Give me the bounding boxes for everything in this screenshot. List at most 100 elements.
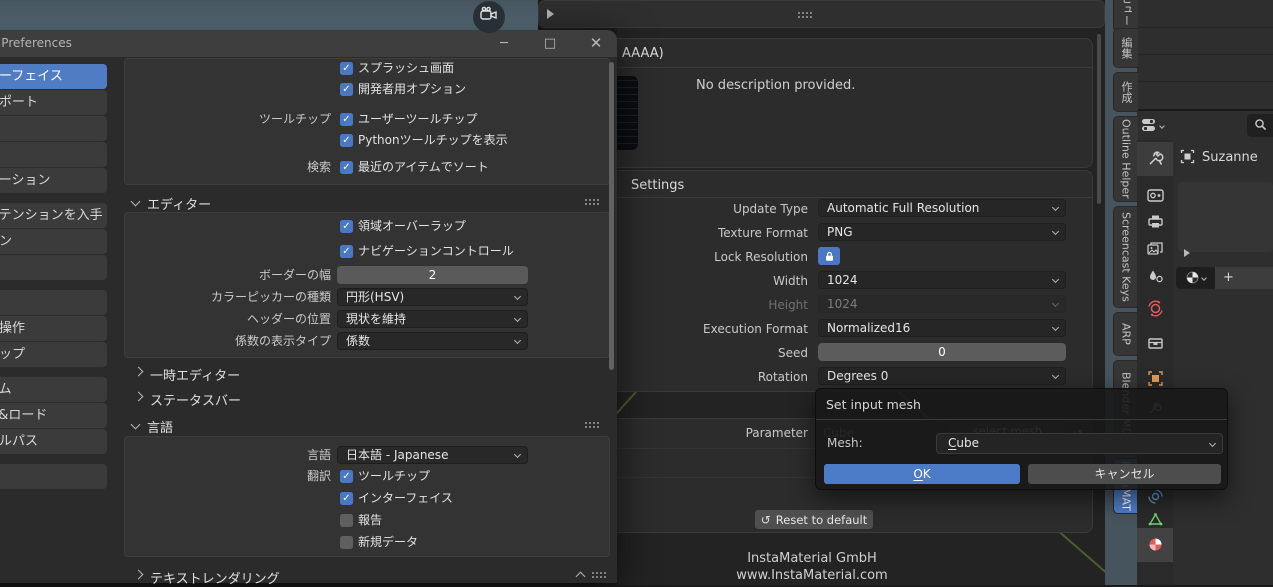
tab-arp[interactable]: ARP xyxy=(1113,312,1138,356)
output-properties-icon[interactable] xyxy=(1147,214,1164,231)
ok-button[interactable]: OK xyxy=(824,464,1020,484)
collapsed-panel-header[interactable] xyxy=(538,0,1105,28)
browse-material-dropdown[interactable] xyxy=(1176,267,1215,289)
screencast-camera-button[interactable] xyxy=(473,1,505,33)
scrollbar-thumb[interactable] xyxy=(1097,34,1101,204)
nav-item-save-load[interactable]: セーブ&ロード xyxy=(0,403,107,428)
nav-item-addons[interactable]: アドオン xyxy=(0,229,107,254)
update-type-dropdown[interactable]: Automatic Full Resolution xyxy=(818,199,1066,217)
scene-properties-icon[interactable] xyxy=(1147,269,1164,286)
user-tooltips-checkbox[interactable] xyxy=(340,113,353,126)
language-section-header[interactable]: 言語 xyxy=(147,417,173,436)
addon-description: No description provided. xyxy=(696,78,855,93)
nav-item-system[interactable]: システム xyxy=(0,377,107,402)
status-bar-header[interactable]: ステータスバー xyxy=(150,390,241,409)
setting-label: Execution Format xyxy=(648,322,808,337)
nav-controls-checkbox[interactable] xyxy=(340,245,353,258)
devtools-checkbox[interactable] xyxy=(340,83,353,96)
python-tooltips-checkbox[interactable] xyxy=(340,134,353,147)
nav-item-themes[interactable]: テーマ xyxy=(0,255,107,280)
reset-to-default-button[interactable]: Reset to default xyxy=(755,510,873,529)
close-button[interactable]: ✕ xyxy=(586,34,606,53)
width-dropdown[interactable]: 1024 xyxy=(818,271,1066,289)
texture-format-dropdown[interactable]: PNG xyxy=(818,223,1066,241)
nav-item[interactable] xyxy=(0,116,107,141)
drag-dots-icon[interactable] xyxy=(584,421,599,428)
collection-properties-icon[interactable] xyxy=(1147,336,1164,353)
object-properties-icon[interactable] xyxy=(1147,370,1164,387)
tab-screencast-keys[interactable]: Screencast Keys xyxy=(1113,206,1138,308)
rotation-dropdown[interactable]: Degrees 0 xyxy=(818,367,1066,385)
mesh-dropdown[interactable]: Cube xyxy=(936,433,1223,454)
tab-create[interactable]: 作成 xyxy=(1113,72,1138,112)
nav-item-file-paths[interactable]: ファイルパス xyxy=(0,429,107,454)
collapse-chevron-icon[interactable] xyxy=(131,420,141,430)
nav-item-navigation[interactable]: 視点の操作 xyxy=(0,316,107,341)
nav-item-experimental[interactable]: 実験的 xyxy=(0,464,107,489)
editor-type-dropdown[interactable] xyxy=(1141,115,1171,137)
lock-resolution-toggle[interactable] xyxy=(818,247,840,265)
editors-section-header[interactable]: エディター xyxy=(147,194,211,213)
drag-dots-icon[interactable] xyxy=(797,11,812,18)
collapse-chevron-icon[interactable] xyxy=(131,197,141,207)
region-overlap-checkbox[interactable] xyxy=(340,220,353,233)
settings-title[interactable]: Settings xyxy=(631,178,684,193)
nav-item-get-extensions[interactable]: エクステンションを入手 xyxy=(0,203,107,228)
material-properties-icon[interactable] xyxy=(1147,536,1164,553)
object-breadcrumb[interactable]: Suzanne xyxy=(1202,150,1258,165)
collapsed-chevron-icon[interactable] xyxy=(134,570,144,580)
new-material-button[interactable]: + xyxy=(1215,267,1273,289)
nav-item-viewport[interactable]: ビューポート xyxy=(0,90,107,115)
nav-item-keymap[interactable]: キーマップ xyxy=(0,342,107,367)
header-position-dropdown[interactable]: 現状を維持 xyxy=(337,310,528,328)
parameter-title: Parameter xyxy=(648,426,808,441)
cancel-button[interactable]: キャンセル xyxy=(1028,464,1221,484)
execution-format-dropdown[interactable]: Normalized16 xyxy=(818,319,1066,337)
temp-editors-header[interactable]: 一時エディター xyxy=(150,365,240,384)
set-input-mesh-dialog: Set input mesh Mesh: Cube OK キャンセル xyxy=(815,388,1228,490)
tab-outline-helper[interactable]: Outline Helper xyxy=(1113,116,1138,202)
render-properties-icon[interactable] xyxy=(1147,188,1164,205)
window-titlebar[interactable]: Blender Preferences ─ □ ✕ xyxy=(0,30,617,57)
color-picker-dropdown[interactable]: 円形(HSV) xyxy=(337,288,528,306)
search-row-label: 検索 xyxy=(171,160,331,175)
height-dropdown: 1024 xyxy=(818,295,1066,313)
expand-arrow-icon[interactable] xyxy=(547,9,554,19)
language-dropdown[interactable]: 日本語 - Japanese xyxy=(337,446,528,464)
lock-icon xyxy=(824,247,835,266)
prefs-scrollbar-thumb[interactable] xyxy=(609,62,614,370)
collapsed-chevron-icon[interactable] xyxy=(134,392,144,402)
seed-slider[interactable]: 0 xyxy=(818,343,1066,361)
chevron-up-icon[interactable] xyxy=(576,572,586,582)
object-data-properties-icon[interactable] xyxy=(1147,512,1164,529)
nav-item-animation[interactable]: アニメーション xyxy=(0,168,107,193)
expand-arrow-icon[interactable] xyxy=(1184,249,1190,257)
sort-recent-checkbox[interactable] xyxy=(340,161,353,174)
border-width-slider[interactable]: 2 xyxy=(337,266,528,284)
drag-dots-icon[interactable] xyxy=(584,198,599,205)
prefs-nav: インターフェイス ビューポート アニメーション エクステンションを入手 アドオン… xyxy=(0,64,107,490)
addon-panel-title: AAAA) xyxy=(622,46,664,61)
translate-reports-checkbox[interactable] xyxy=(340,514,353,527)
nav-item[interactable] xyxy=(0,290,107,315)
minimize-button[interactable]: ─ xyxy=(494,34,514,53)
splash-checkbox[interactable] xyxy=(340,62,353,75)
physics-properties-icon[interactable] xyxy=(1147,488,1164,505)
world-properties-icon[interactable] xyxy=(1147,300,1164,317)
search-button[interactable] xyxy=(1247,114,1273,137)
border-width-label: ボーダーの幅 xyxy=(171,268,331,283)
text-rendering-header[interactable]: テキストレンダリング xyxy=(150,568,280,587)
maximize-button[interactable]: □ xyxy=(540,34,560,53)
nav-item[interactable] xyxy=(0,142,107,167)
drag-dots-icon[interactable] xyxy=(591,571,606,578)
tab-edit[interactable]: 編集 xyxy=(1113,28,1138,68)
collapsed-chevron-icon[interactable] xyxy=(134,367,144,377)
translate-tooltips-checkbox[interactable] xyxy=(340,470,353,483)
translate-interface-checkbox[interactable] xyxy=(340,492,353,505)
view-layer-properties-icon[interactable] xyxy=(1147,241,1164,258)
nav-item-interface[interactable]: インターフェイス xyxy=(0,64,107,89)
factor-display-dropdown[interactable]: 係数 xyxy=(337,332,528,350)
header-position-label: ヘッダーの位置 xyxy=(171,312,331,327)
tool-properties-icon[interactable] xyxy=(1147,150,1164,167)
translate-newdata-checkbox[interactable] xyxy=(340,536,353,549)
